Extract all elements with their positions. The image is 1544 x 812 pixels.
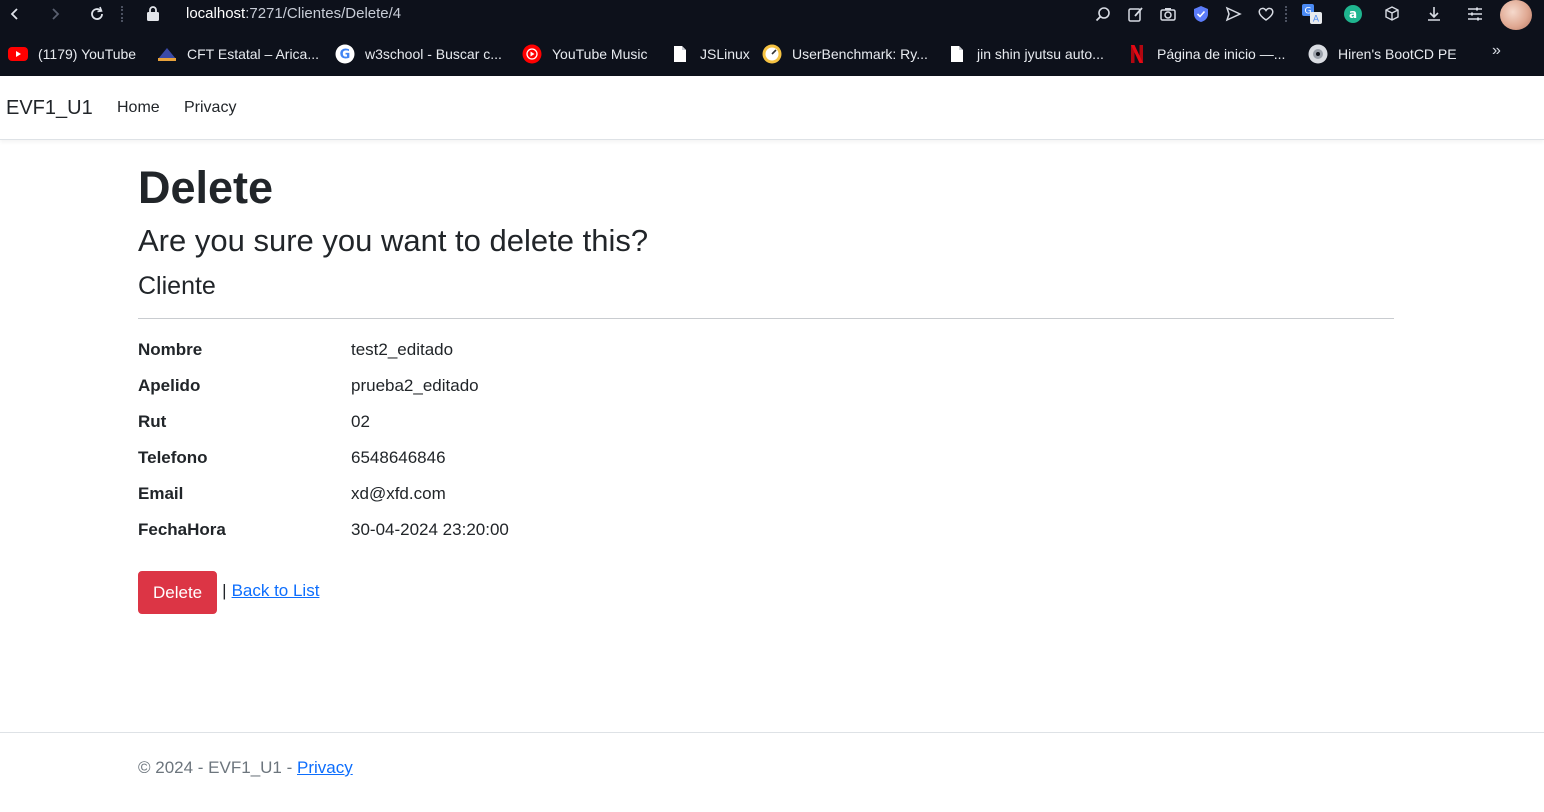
footer-text: © 2024 - EVF1_U1 - Privacy [138, 757, 353, 779]
navbar-brand[interactable]: EVF1_U1 [6, 96, 93, 120]
send-icon[interactable] [1222, 3, 1244, 25]
bookmark-label: UserBenchmark: Ry... [792, 46, 928, 62]
cube-icon[interactable] [1381, 3, 1403, 25]
bookmark-label: w3school - Buscar c... [365, 46, 502, 62]
detail-value: 30-04-2024 23:20:00 [351, 520, 509, 539]
detail-label: FechaHora [138, 520, 226, 539]
detail-row-telefono: Telefono 6548646846 [138, 446, 1038, 482]
detail-row-apelido: Apelido prueba2_editado [138, 374, 1038, 410]
browser-chrome: localhost:7271/Clientes/Delete/4 GA a (1… [0, 0, 1544, 76]
disc-icon [1308, 44, 1328, 64]
bookmark-cft[interactable]: CFT Estatal – Arica... [157, 42, 319, 66]
detail-row-nombre: Nombre test2_editado [138, 338, 1038, 374]
page-title: Delete [138, 162, 274, 213]
bookmark-w3school[interactable]: G w3school - Buscar c... [335, 42, 502, 66]
confirm-question: Are you sure you want to delete this? [138, 223, 649, 258]
netflix-icon [1127, 44, 1147, 64]
entity-heading: Cliente [138, 272, 216, 300]
detail-row-fechahora: FechaHora 30-04-2024 23:20:00 [138, 518, 1038, 554]
heart-icon[interactable] [1255, 3, 1277, 25]
userbenchmark-icon [762, 44, 782, 64]
bookmark-label: Hiren's BootCD PE [1338, 46, 1457, 62]
cft-icon [157, 44, 177, 64]
detail-label: Telefono [138, 448, 208, 467]
youtube-icon [8, 44, 28, 64]
extension-a-icon[interactable]: a [1342, 3, 1364, 25]
bookmark-label: CFT Estatal – Arica... [187, 46, 320, 62]
bookmark-jin-shin-jyutsu[interactable]: jin shin jyutsu auto... [947, 42, 1104, 66]
detail-row-rut: Rut 02 [138, 410, 1038, 446]
bookmark-netflix[interactable]: Página de inicio —... [1127, 42, 1285, 66]
detail-value: test2_editado [351, 340, 454, 359]
page-footer: © 2024 - EVF1_U1 - Privacy [0, 732, 1544, 812]
back-to-list-link[interactable]: Back to List [232, 581, 320, 601]
bookmark-label: Página de inicio —... [1157, 46, 1286, 62]
back-icon[interactable] [4, 3, 26, 25]
bookmark-label: (1179) YouTube [38, 46, 137, 62]
details-list: Nombre test2_editado Apelido prueba2_edi… [138, 338, 1038, 554]
bookmark-label: YouTube Music [552, 46, 648, 62]
document-icon [947, 44, 967, 64]
detail-value: 6548646846 [351, 448, 446, 467]
bookmark-hirens-bootcd[interactable]: Hiren's BootCD PE [1308, 42, 1457, 66]
detail-label: Rut [138, 412, 167, 431]
bookmark-label: jin shin jyutsu auto... [977, 46, 1104, 62]
nav-link-home[interactable]: Home [117, 98, 160, 118]
bookmark-youtube-music[interactable]: YouTube Music [522, 42, 647, 66]
detail-value: 02 [351, 412, 370, 431]
action-separator: | [222, 580, 227, 600]
shield-icon[interactable] [1190, 3, 1212, 25]
bookmark-jslinux[interactable]: JSLinux [670, 42, 750, 66]
translate-icon[interactable]: GA [1301, 3, 1323, 25]
detail-label: Email [138, 484, 184, 503]
settings-sliders-icon[interactable] [1464, 3, 1486, 25]
download-icon[interactable] [1423, 3, 1445, 25]
detail-label: Apelido [138, 376, 201, 395]
document-icon [670, 44, 690, 64]
footer-privacy-link[interactable]: Privacy [297, 758, 353, 777]
svg-text:G: G [340, 48, 351, 63]
search-page-icon[interactable] [1092, 3, 1114, 25]
address-separator [121, 6, 123, 22]
svg-text:a: a [1349, 7, 1357, 21]
bookmark-label: JSLinux [700, 46, 750, 62]
delete-button[interactable]: Delete [138, 571, 218, 614]
toolbar-separator [1285, 6, 1287, 22]
detail-row-email: Email xd@xfd.com [138, 482, 1038, 518]
nav-link-privacy[interactable]: Privacy [184, 98, 236, 118]
youtube-music-icon [522, 44, 542, 64]
google-icon: G [335, 44, 355, 64]
divider [138, 318, 1394, 319]
more-bookmarks-icon[interactable]: » [1492, 42, 1501, 60]
url-host: localhost [186, 5, 246, 22]
bookmark-youtube[interactable]: (1179) YouTube [8, 42, 136, 66]
lock-icon[interactable] [146, 5, 160, 21]
address-bar-row: localhost:7271/Clientes/Delete/4 GA a [0, 0, 1544, 30]
copyright-text: © 2024 - EVF1_U1 - [138, 758, 297, 777]
address-bar-url[interactable]: localhost:7271/Clientes/Delete/4 [186, 4, 401, 24]
edit-icon[interactable] [1125, 3, 1147, 25]
bookmarks-bar: (1179) YouTube CFT Estatal – Arica... G … [0, 38, 1544, 70]
svg-text:A: A [1313, 15, 1320, 25]
profile-avatar[interactable] [1500, 0, 1532, 30]
detail-value: xd@xfd.com [351, 484, 446, 503]
camera-icon[interactable] [1157, 3, 1179, 25]
detail-label: Nombre [138, 340, 203, 359]
detail-value: prueba2_editado [351, 376, 479, 395]
form-actions: Delete | Back to List [138, 571, 319, 614]
reload-icon[interactable] [86, 3, 108, 25]
app-navbar: EVF1_U1 Home Privacy [0, 76, 1544, 140]
forward-icon[interactable] [44, 3, 66, 25]
url-path: :7271/Clientes/Delete/4 [245, 5, 402, 22]
bookmark-userbenchmark[interactable]: UserBenchmark: Ry... [762, 42, 928, 66]
